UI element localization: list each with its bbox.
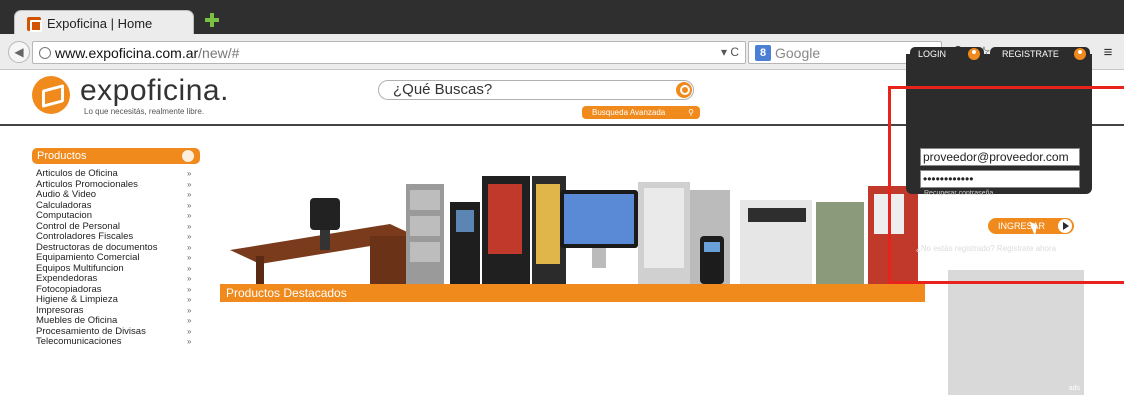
menu-icon[interactable]: ≡ [1100, 45, 1116, 61]
chevron-right-icon: » [187, 221, 192, 231]
category-label: Audio & Video [36, 189, 97, 200]
category-label: Calculadoras [36, 199, 92, 211]
categories-heading-label: Productos [37, 150, 87, 162]
tab-register-label: REGISTRATE [1002, 49, 1059, 59]
categories-heading: Productos [32, 148, 200, 164]
featured-products-label: Productos Destacados [226, 286, 347, 300]
back-arrow-icon[interactable]: ◀ [8, 41, 30, 63]
products-banner-image[interactable] [220, 146, 925, 284]
browser-tab-bar: Expoficina | Home [0, 0, 1124, 36]
category-label: Impresoras [36, 304, 84, 316]
category-label: Computacion [36, 210, 92, 221]
category-label: Destructoras de documentos [36, 241, 158, 253]
magnifier-icon: ⚲ [688, 108, 694, 117]
chevron-right-icon: » [187, 305, 192, 315]
site-favicon-icon [27, 17, 42, 32]
url-text: www.expoficina.com.ar/new/# [55, 45, 239, 61]
chevron-right-icon: » [187, 274, 192, 283]
chevron-right-icon: » [187, 169, 192, 178]
url-path: /new/# [198, 45, 240, 61]
new-tab-icon[interactable] [204, 12, 220, 28]
chevron-right-icon: » [187, 242, 192, 252]
advanced-search-label: Busqueda Avanzada [592, 108, 666, 117]
reload-icon[interactable]: ▾ C [721, 45, 739, 59]
chevron-right-icon: » [187, 295, 192, 304]
globe-icon [39, 47, 51, 59]
chevron-right-icon: » [187, 190, 192, 199]
ad-label: ads [1068, 385, 1080, 392]
chevron-right-icon: » [187, 326, 192, 336]
category-label: Fotocopiadoras [36, 283, 102, 295]
search-placeholder: ¿Qué Buscas? [393, 81, 493, 98]
user-icon [968, 48, 980, 60]
tag-icon [182, 150, 194, 162]
highlight-annotation [888, 86, 1124, 284]
user-icon [1074, 48, 1086, 60]
category-label: Control de Personal [36, 220, 120, 232]
category-label: Equipamiento Comercial [36, 252, 140, 263]
chevron-right-icon: » [187, 316, 192, 325]
category-label: Procesamiento de Divisas [36, 325, 146, 337]
tab-login[interactable]: LOGIN [910, 47, 984, 61]
category-label: Expendedoras [36, 273, 98, 284]
category-label: Equipos Multifuncion [36, 262, 124, 274]
logo-icon[interactable] [32, 76, 70, 114]
chevron-right-icon: » [187, 284, 192, 294]
browser-tab[interactable]: Expoficina | Home [14, 10, 194, 36]
url-bar[interactable]: www.expoficina.com.ar/new/# ▾ C [32, 41, 746, 64]
chevron-right-icon: » [187, 232, 192, 241]
tab-title: Expoficina | Home [47, 16, 153, 31]
logo-text[interactable]: expoficina. [80, 74, 229, 108]
url-domain: www.expoficina.com.ar [55, 45, 199, 61]
category-label: Controladores Fiscales [36, 231, 134, 242]
search-input[interactable]: ¿Qué Buscas? [378, 80, 694, 100]
category-label: Telecomunicaciones [36, 336, 122, 347]
category-list: Articulos de Oficina » Articulos Promocio… [36, 168, 200, 348]
tab-login-label: LOGIN [918, 49, 947, 59]
category-label: Articulos Promocionales [36, 178, 138, 190]
search-icon[interactable] [676, 82, 692, 98]
featured-products-bar: Productos Destacados [220, 284, 925, 302]
category-item[interactable]: Telecomunicaciones » [36, 336, 200, 348]
chevron-right-icon: » [187, 211, 192, 220]
side-ad[interactable]: ads [948, 270, 1084, 395]
google-icon: 8 [755, 45, 771, 61]
category-label: Articulos de Oficina [36, 168, 118, 179]
chevron-right-icon: » [187, 253, 192, 262]
category-label: Higiene & Limpieza [36, 294, 118, 305]
chevron-right-icon: » [187, 337, 192, 346]
logo-tagline: Lo que necesitás, realmente libre. [84, 107, 205, 116]
search-engine-label: Google [775, 45, 821, 61]
tab-register[interactable]: REGISTRATE [990, 47, 1090, 61]
chevron-right-icon: » [187, 179, 192, 189]
chevron-right-icon: » [187, 263, 192, 273]
chevron-right-icon: » [187, 200, 192, 210]
advanced-search-button[interactable]: Busqueda Avanzada ⚲ [582, 106, 700, 119]
category-label: Muebles de Oficina [36, 315, 118, 326]
